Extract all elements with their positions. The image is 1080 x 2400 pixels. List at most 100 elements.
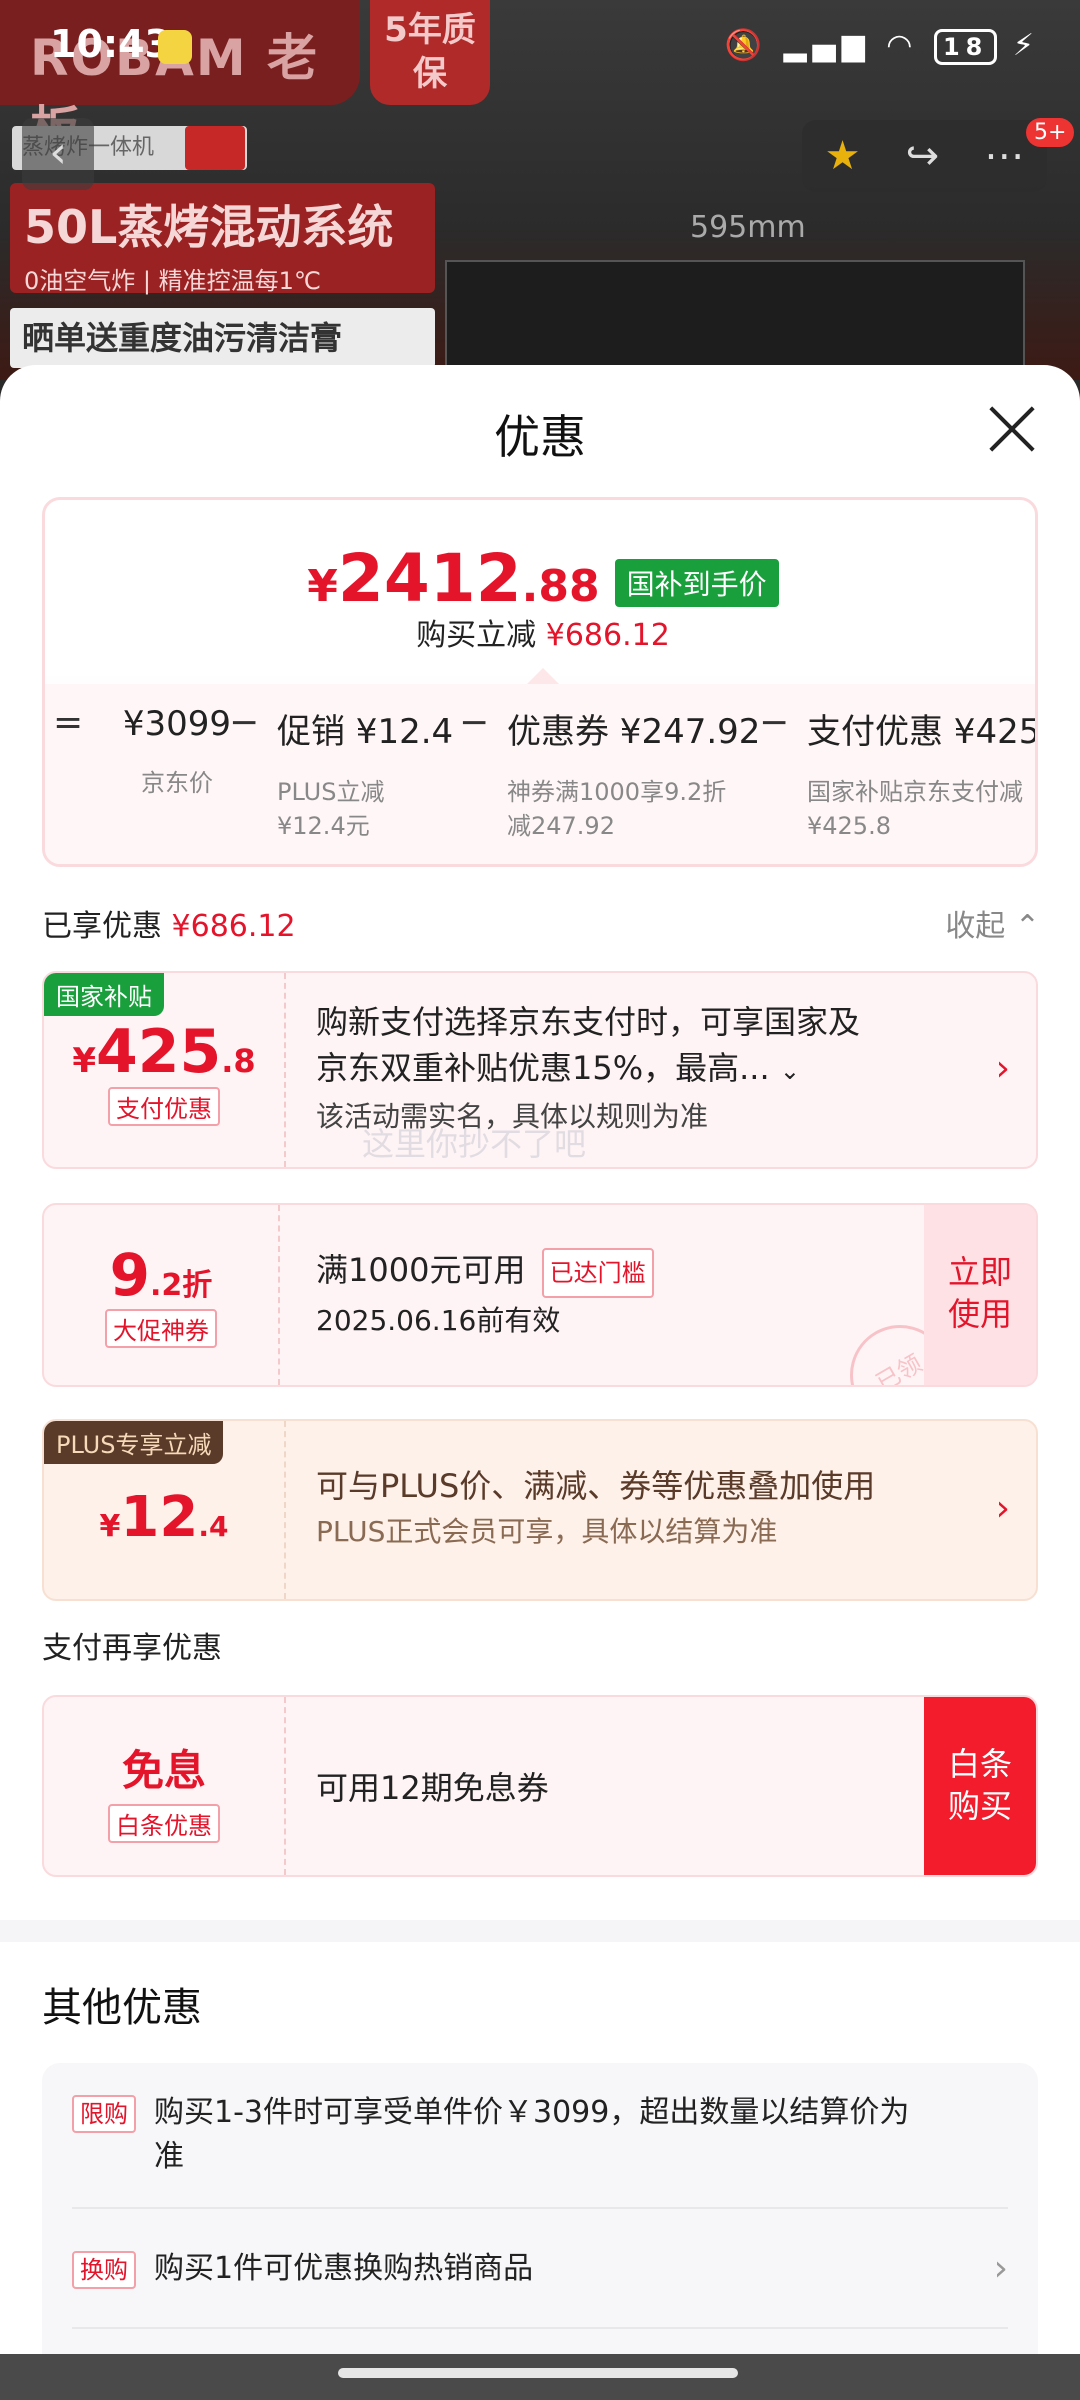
breakdown-main: 优惠券 ¥247.92 [507, 712, 761, 752]
breakdown-sub-line: 神券满1000享9.2折 [507, 778, 727, 806]
close-icon[interactable] [988, 405, 1036, 453]
subline-text: 0油空气炸 | 精准控温每1℃ [24, 267, 321, 295]
list-item-text: 购买1件可优惠换购热销商品 [154, 2251, 534, 2286]
breakdown-item: 优惠券 ¥247.92 神券满1000享9.2折 减247.92 [507, 704, 760, 843]
baitiao-buy-button[interactable]: 白条购买 [924, 1697, 1036, 1875]
coupon-threshold: 满1000元可用 [316, 1251, 526, 1289]
subsidy-line1: 购新支付选择京东支付时，可享国家及 [316, 1003, 861, 1041]
subsidy-sub-tag: 支付优惠 [108, 1087, 220, 1126]
subsidy-amount-panel: 国家补贴 ¥425.8 支付优惠 [44, 973, 286, 1167]
favorite-star-icon[interactable]: ★ [825, 133, 861, 179]
plus-card[interactable]: PLUS专享立减 ¥12.4 可与PLUS价、满减、券等优惠叠加使用 PLUS正… [42, 1419, 1038, 1601]
row-divider [72, 2207, 1008, 2209]
subsidy-amount: ¥425.8 [44, 1017, 284, 1087]
baitiao-tag: 白条优惠 [108, 1804, 220, 1843]
product-headline-banner: 50L蒸烤混动系统 0油空气炸 | 精准控温每1℃ [10, 183, 435, 295]
list-item: 限购 购买1-3件时可享受单件价￥3099，超出数量以结算价为 准 [72, 2091, 1008, 2179]
plus-line2: PLUS正式会员可享，具体以结算为准 [316, 1515, 778, 1548]
price-symbol: ¥ [307, 561, 338, 612]
save-amount: ¥686.12 [545, 618, 670, 653]
watermark-text: 这里你抄不了吧 [362, 1125, 587, 1163]
enjoyed-discount: 已享优惠 ¥686.12 [42, 901, 296, 945]
final-price: ¥2412.88 [307, 540, 599, 617]
enjoyed-label: 已享优惠 [42, 909, 162, 944]
other-discounts-title: 其他优惠 [42, 1985, 202, 2031]
chevron-up-icon: ⌃ [1014, 909, 1040, 944]
amount-decimal: .8 [221, 1042, 256, 1080]
breakdown-sub: 国家补贴京东支付减 ¥425.8 [807, 775, 1035, 843]
interest-free-text: 可用12期免息券 [316, 1769, 549, 1807]
breakdown-main: 促销 ¥12.4 [277, 712, 454, 752]
chevron-right-icon[interactable]: › [994, 2247, 1008, 2291]
status-icons: 🔕 ▂▄▆ ◠ 18 ⚡ [725, 28, 1040, 65]
home-indicator[interactable] [338, 2368, 738, 2378]
coupon-expiry: 2025.06.16前有效 [316, 1304, 561, 1337]
price-integer: 2412 [337, 540, 522, 617]
list-item-text: 准 [154, 2139, 184, 2174]
coupon-discount: 9.2折 [44, 1241, 278, 1309]
mute-icon: 🔕 [724, 28, 768, 63]
subsidy-line2: 京东双重补贴优惠15%，最高... ⌄ [316, 1045, 956, 1094]
breakdown-sub-line: ¥425.8 [807, 812, 891, 840]
price-breakdown: = ¥3099 京东价 − 促销 ¥12.4 PLUS立减 ¥12.4元 − 优… [45, 684, 1035, 864]
amount-integer: 12 [120, 1485, 199, 1550]
top-action-bar: ★ ↪ ⋯ [802, 120, 1047, 192]
exchange-tag: 换购 [72, 2251, 136, 2289]
plus-line1: 可与PLUS价、满减、券等优惠叠加使用 [316, 1467, 876, 1505]
system-nav-bar [0, 2354, 1080, 2400]
amount-integer: 425 [96, 1017, 222, 1087]
sheet-title: 优惠 [494, 410, 586, 464]
breakdown-item: 促销 ¥12.4 PLUS立减 ¥12.4元 [277, 704, 453, 843]
more-icon[interactable]: ⋯ [984, 133, 1024, 179]
back-button[interactable]: ‹ [22, 118, 94, 190]
coupon-sub-tag: 大促神券 [105, 1309, 217, 1348]
oven-image [445, 260, 1025, 380]
pay-again-label: 支付再享优惠 [42, 1631, 222, 1666]
coupon-amount-panel: 9.2折 大促神券 [44, 1205, 280, 1385]
status-bar: 10:43 🔕 ▂▄▆ ◠ 18 ⚡ [0, 0, 1080, 100]
headline-text: 50L蒸烤混动系统 [24, 200, 394, 254]
interest-free-card[interactable]: 免息 白条优惠 可用12期免息券 白条购买 [42, 1695, 1038, 1877]
amount-decimal: .4 [198, 1510, 229, 1543]
gift-banner: 晒单送重度油污清洁膏 [10, 308, 435, 368]
coupon-card[interactable]: 9.2折 大促神券 满1000元可用 已达门槛 2025.06.16前有效 已领… [42, 1203, 1038, 1387]
breakdown-sub: 京东价 [141, 769, 213, 797]
operator: = [53, 702, 84, 743]
share-icon[interactable]: ↪ [906, 133, 940, 179]
battery-icon: 18 [933, 29, 998, 65]
dimension-label: 595mm [690, 210, 806, 245]
operator: − [759, 702, 790, 743]
plus-description: 可与PLUS价、满减、券等优惠叠加使用 PLUS正式会员可享，具体以结算为准 [316, 1421, 956, 1599]
save-line: 购买立减 ¥686.12 [45, 610, 1035, 654]
caret-pointer [527, 668, 559, 684]
plus-amount-panel: PLUS专享立减 ¥12.4 [44, 1421, 286, 1599]
price-summary: ¥2412.88 国补到手价 购买立减 ¥686.12 = ¥3099 京东价 … [42, 497, 1038, 867]
limit-tag: 限购 [72, 2095, 136, 2133]
use-now-button[interactable]: 立即使用 [924, 1205, 1036, 1385]
chevron-down-icon[interactable]: ⌄ [780, 1057, 800, 1085]
collapse-toggle[interactable]: 收起 ⌃ [945, 901, 1040, 945]
chevron-right-icon[interactable]: › [996, 1048, 1010, 1089]
discount-decimal: .2折 [150, 1268, 213, 1303]
signal-icon: ▂▄▆ [783, 28, 871, 63]
search-icon[interactable] [185, 126, 245, 170]
list-item-text: 购买1-3件时可享受单件价￥3099，超出数量以结算价为 [154, 2095, 910, 2130]
status-time: 10:43 [50, 22, 171, 66]
chevron-right-icon[interactable]: › [996, 1488, 1010, 1529]
plus-tag: PLUS专享立减 [44, 1421, 224, 1464]
enjoyed-amount: ¥686.12 [171, 909, 296, 944]
breakdown-sub: PLUS立减 ¥12.4元 [277, 775, 453, 843]
price-decimal: .88 [521, 561, 600, 612]
wifi-icon: ◠ [886, 28, 919, 63]
breakdown-sub-line: PLUS立减 [277, 778, 385, 806]
list-item[interactable]: 换购 购买1件可优惠换购热销商品 › [72, 2247, 1008, 2291]
breakdown-sub-line: ¥12.4元 [277, 812, 370, 840]
operator: − [459, 702, 490, 743]
amount-symbol: ¥ [99, 1509, 121, 1544]
plus-amount: ¥12.4 [44, 1485, 284, 1550]
discount-integer: 9 [109, 1241, 151, 1309]
operator: − [229, 702, 260, 743]
collapse-label: 收起 [945, 909, 1006, 944]
breakdown-sub-line: 国家补贴京东支付减 [807, 778, 1023, 806]
section-divider [0, 1920, 1080, 1942]
